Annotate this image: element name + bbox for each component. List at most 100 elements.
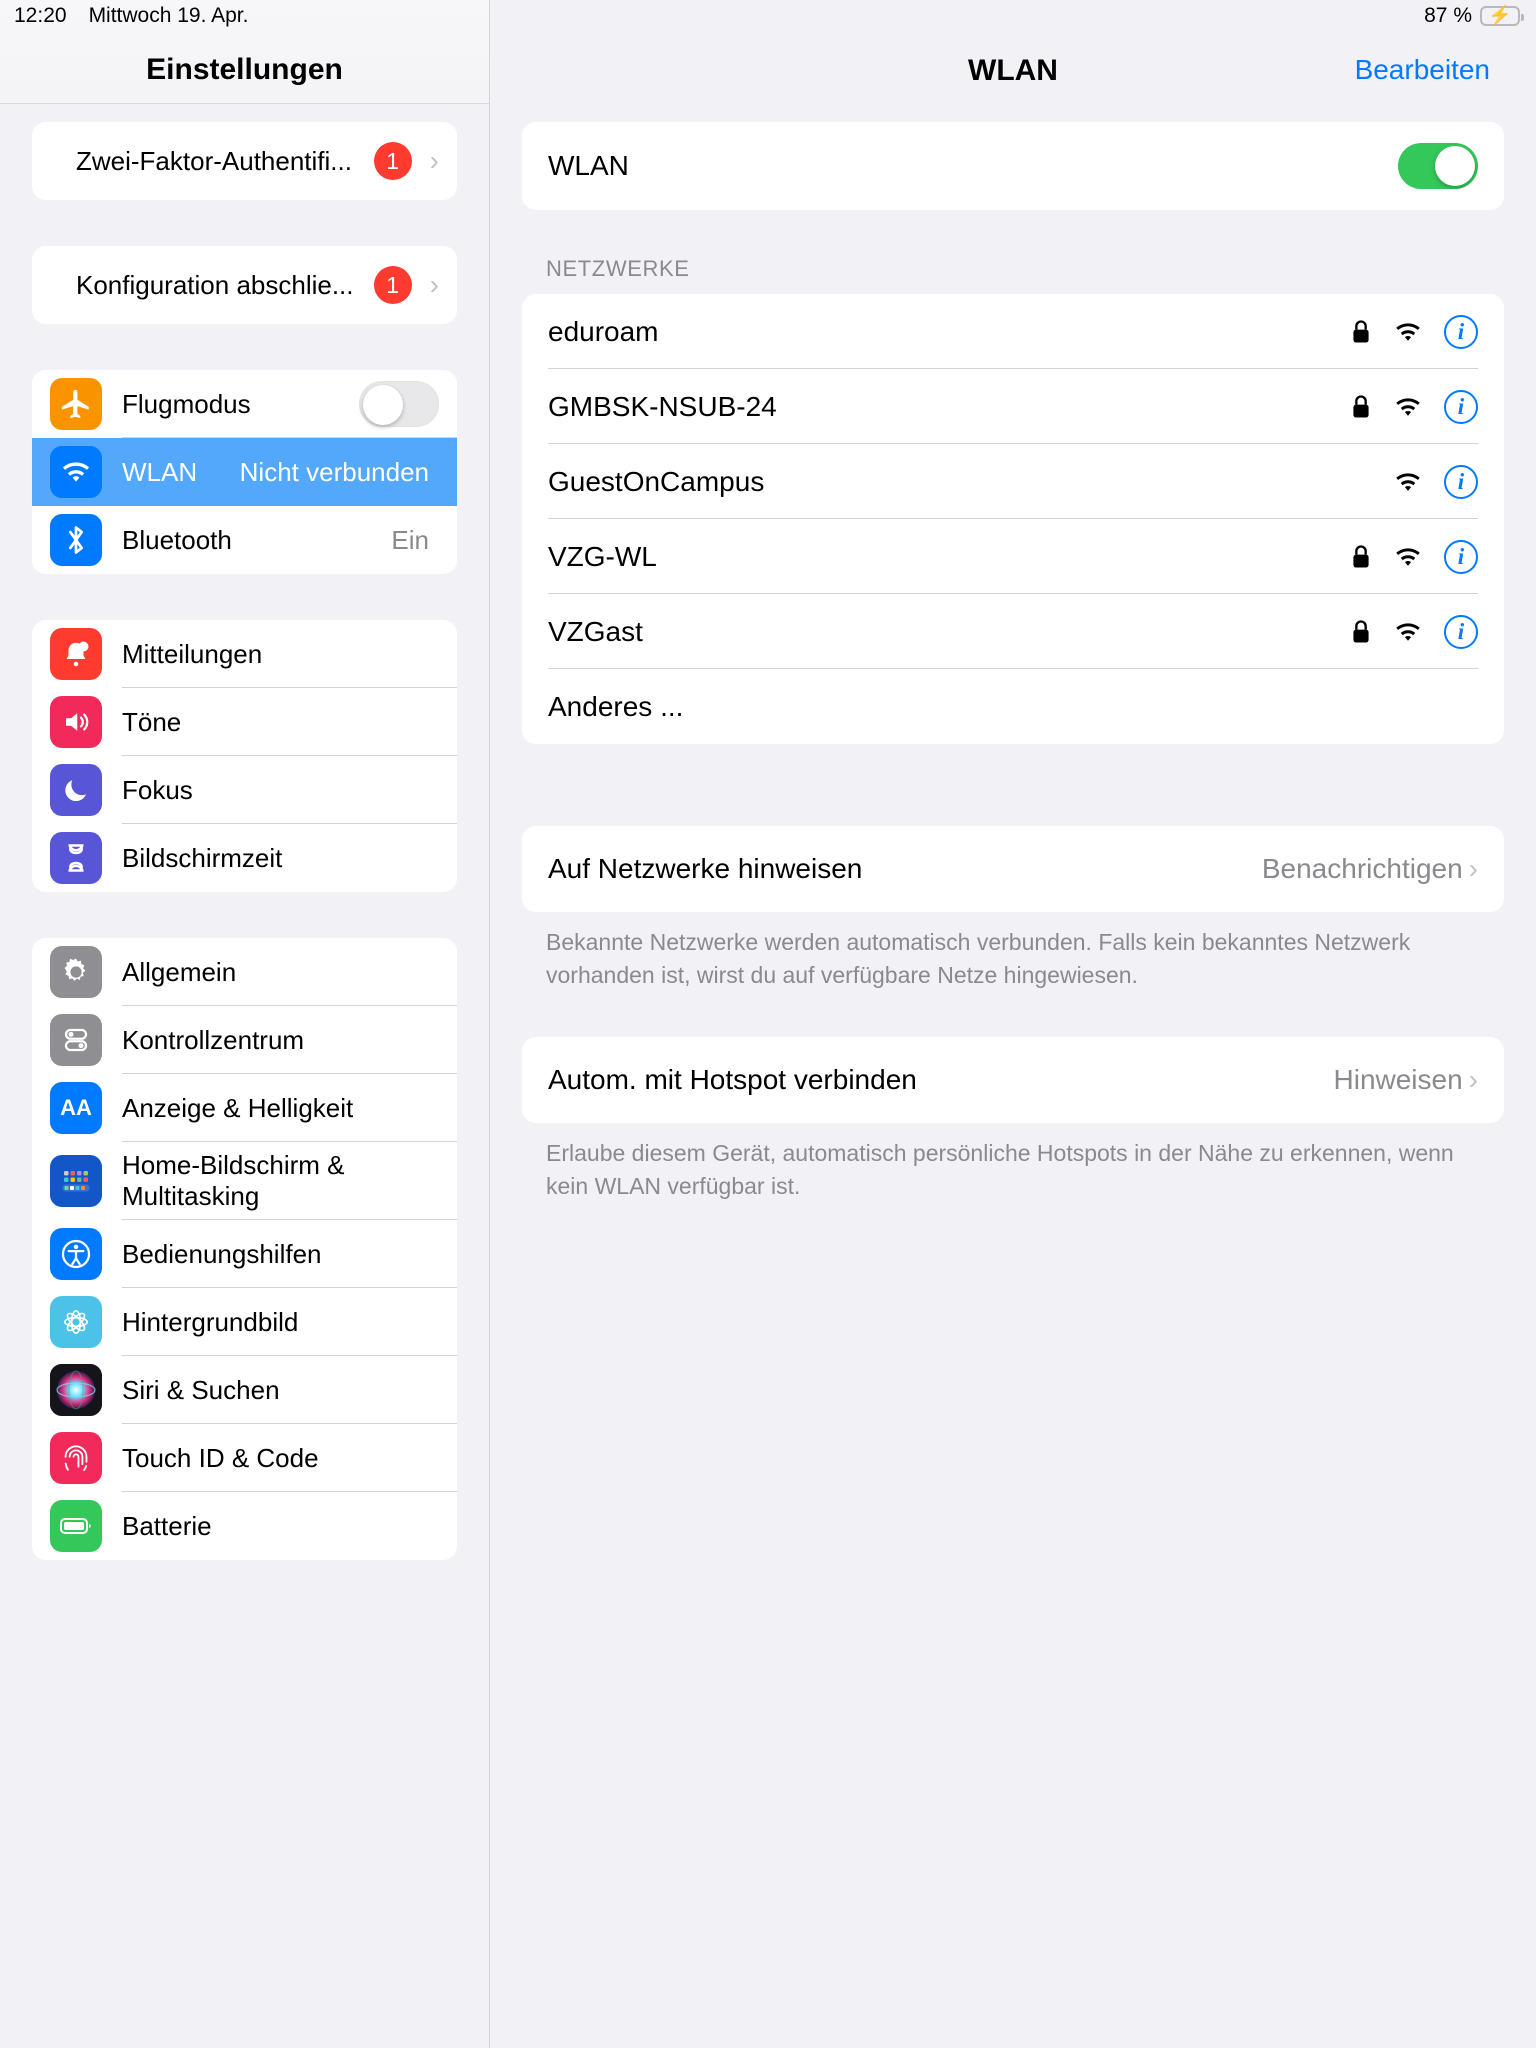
sidebar-item-screen-time[interactable]: Bildschirmzeit (32, 824, 457, 892)
sidebar-item-label: Anzeige & Helligkeit (122, 1092, 354, 1123)
sidebar-item-airplane-mode[interactable]: Flugmodus (32, 370, 457, 438)
sidebar-item-label: Flugmodus (122, 388, 251, 419)
sidebar-item-bluetooth[interactable]: Bluetooth Ein (32, 506, 457, 574)
info-icon[interactable]: i (1444, 464, 1478, 499)
sidebar-item-two-factor-auth[interactable]: Zwei-Faktor-Authentifi... 1 › (32, 122, 457, 200)
chevron-right-icon: › (1468, 1064, 1478, 1096)
sidebar-scroll[interactable]: Zwei-Faktor-Authentifi... 1 › Konfigurat… (0, 104, 489, 1560)
networks-section-header: NETZWERKE (546, 256, 690, 281)
auto-hotspot-value: Hinweisen (1333, 1064, 1463, 1096)
network-ssid: eduroam (548, 315, 659, 347)
status-bar: 12:20 Mittwoch 19. Apr. 87 % ⚡ (0, 0, 1536, 32)
sidebar-item-battery[interactable]: Batterie (32, 1492, 457, 1560)
network-row-icons: i (1392, 464, 1478, 499)
sidebar-title: Einstellungen (146, 53, 343, 86)
sidebar-item-accessibility[interactable]: Bedienungshilfen (32, 1220, 457, 1288)
status-bar-right: 87 % ⚡ (1424, 4, 1524, 28)
sidebar-item-focus[interactable]: Fokus (32, 756, 457, 824)
status-time: 12:20 (14, 4, 67, 27)
auto-hotspot-footnote: Erlaube diesem Gerät, automatisch persön… (546, 1140, 1454, 1199)
info-icon[interactable]: i (1444, 614, 1478, 649)
ask-networks-card: Auf Netzwerke hinweisen Benachrichtigen … (522, 826, 1504, 912)
settings-sidebar: Einstellungen Zwei-Faktor-Authentifi... … (0, 0, 490, 2048)
bell-icon (50, 628, 102, 680)
siri-icon (50, 1364, 102, 1416)
sidebar-item-control-center[interactable]: Kontrollzentrum (32, 1006, 457, 1074)
sidebar-group-notifications: Mitteilungen Töne Fokus Bildschirmzeit (32, 620, 457, 892)
network-ssid: GMBSK-NSUB-24 (548, 390, 777, 422)
wlan-toggle-row[interactable]: WLAN (522, 122, 1504, 210)
sidebar-item-home-screen-multitasking[interactable]: Home-Bildschirm & Multitasking (32, 1142, 457, 1220)
ask-networks-value: Benachrichtigen (1261, 853, 1463, 884)
sidebar-item-label: Zwei-Faktor-Authentifi... (76, 145, 352, 176)
badge-count: 1 (373, 142, 412, 180)
network-row-gmbsk[interactable]: GMBSK-NSUB-24 i (522, 369, 1504, 444)
hourglass-icon (50, 832, 102, 884)
network-row-eduroam[interactable]: eduroam i (522, 294, 1504, 369)
control-center-icon (50, 1014, 102, 1066)
sidebar-item-value: Nicht verbunden (239, 456, 429, 487)
sidebar-item-label: Siri & Suchen (122, 1374, 280, 1405)
sidebar-item-label: Kontrollzentrum (122, 1024, 305, 1055)
accessibility-icon (50, 1228, 102, 1280)
network-ssid: GuestOnCampus (548, 465, 765, 497)
airplane-icon (50, 378, 102, 430)
sidebar-item-wlan[interactable]: WLAN Nicht verbunden (32, 438, 457, 506)
info-icon[interactable]: i (1444, 314, 1478, 349)
sidebar-item-label: Hintergrundbild (122, 1306, 299, 1337)
ask-networks-row[interactable]: Auf Netzwerke hinweisen Benachrichtigen … (522, 826, 1504, 912)
info-icon[interactable]: i (1444, 389, 1478, 424)
wlan-master-toggle[interactable] (1398, 143, 1478, 189)
status-bar-left: 12:20 Mittwoch 19. Apr. (0, 4, 248, 28)
sidebar-item-finish-configuration[interactable]: Konfiguration abschlie... 1 › (32, 246, 457, 324)
network-ssid: VZG-WL (548, 540, 657, 572)
home-screen-icon (50, 1155, 102, 1207)
wifi-icon (50, 446, 102, 498)
auto-hotspot-row[interactable]: Autom. mit Hotspot verbinden Hinweisen › (522, 1037, 1504, 1124)
lock-icon (1350, 543, 1372, 571)
sidebar-item-wallpaper[interactable]: Hintergrundbild (32, 1288, 457, 1356)
wifi-signal-icon (1392, 545, 1424, 569)
sidebar-item-value: Ein (391, 524, 429, 555)
wifi-signal-icon (1392, 395, 1424, 419)
info-icon[interactable]: i (1444, 539, 1478, 574)
sidebar-item-display-brightness[interactable]: AA Anzeige & Helligkeit (32, 1074, 457, 1142)
sidebar-item-label: Fokus (122, 774, 193, 805)
network-row-other[interactable]: Anderes ... (522, 669, 1504, 744)
auto-hotspot-card: Autom. mit Hotspot verbinden Hinweisen › (522, 1037, 1504, 1124)
network-row-icons: i (1350, 314, 1478, 349)
chevron-right-icon: › (429, 269, 439, 300)
sidebar-item-siri-search[interactable]: Siri & Suchen (32, 1356, 457, 1424)
sidebar-item-label: Bildschirmzeit (122, 842, 283, 873)
sidebar-item-touch-id-passcode[interactable]: Touch ID & Code (32, 1424, 457, 1492)
sidebar-item-label: WLAN (122, 456, 198, 487)
network-row-icons: i (1350, 389, 1478, 424)
sidebar-item-sounds[interactable]: Töne (32, 688, 457, 756)
network-row-icons: i (1350, 539, 1478, 574)
network-row-vzg-wl[interactable]: VZG-WL i (522, 519, 1504, 594)
ask-networks-footnote: Bekannte Netzwerke werden automatisch ve… (546, 929, 1411, 988)
network-row-vzgast[interactable]: VZGast i (522, 594, 1504, 669)
sidebar-item-notifications[interactable]: Mitteilungen (32, 620, 457, 688)
sidebar-item-label: Mitteilungen (122, 638, 263, 669)
gear-icon (50, 946, 102, 998)
display-aa-icon: AA (50, 1082, 102, 1134)
sidebar-item-general[interactable]: Allgemein (32, 938, 457, 1006)
status-date: Mittwoch 19. Apr. (88, 4, 249, 27)
wallpaper-icon (50, 1296, 102, 1348)
sidebar-item-label: Home-Bildschirm & Multitasking (122, 1150, 345, 1211)
network-row-guestoncampus[interactable]: GuestOnCampus i (522, 444, 1504, 519)
airplane-mode-toggle[interactable] (359, 381, 439, 427)
moon-icon (50, 764, 102, 816)
bluetooth-icon (50, 514, 102, 566)
sidebar-item-label: Bedienungshilfen (122, 1238, 322, 1269)
wlan-toggle-label: WLAN (548, 150, 629, 181)
edit-button[interactable]: Bearbeiten (1355, 54, 1490, 86)
network-row-icons: i (1350, 614, 1478, 649)
battery-percent-label: 87 % (1424, 4, 1472, 27)
lock-icon (1350, 318, 1372, 346)
sidebar-item-label: Bluetooth (122, 524, 232, 555)
other-network-label: Anderes ... (548, 690, 684, 722)
auto-hotspot-label: Autom. mit Hotspot verbinden (548, 1064, 917, 1096)
badge-count: 1 (373, 266, 412, 304)
